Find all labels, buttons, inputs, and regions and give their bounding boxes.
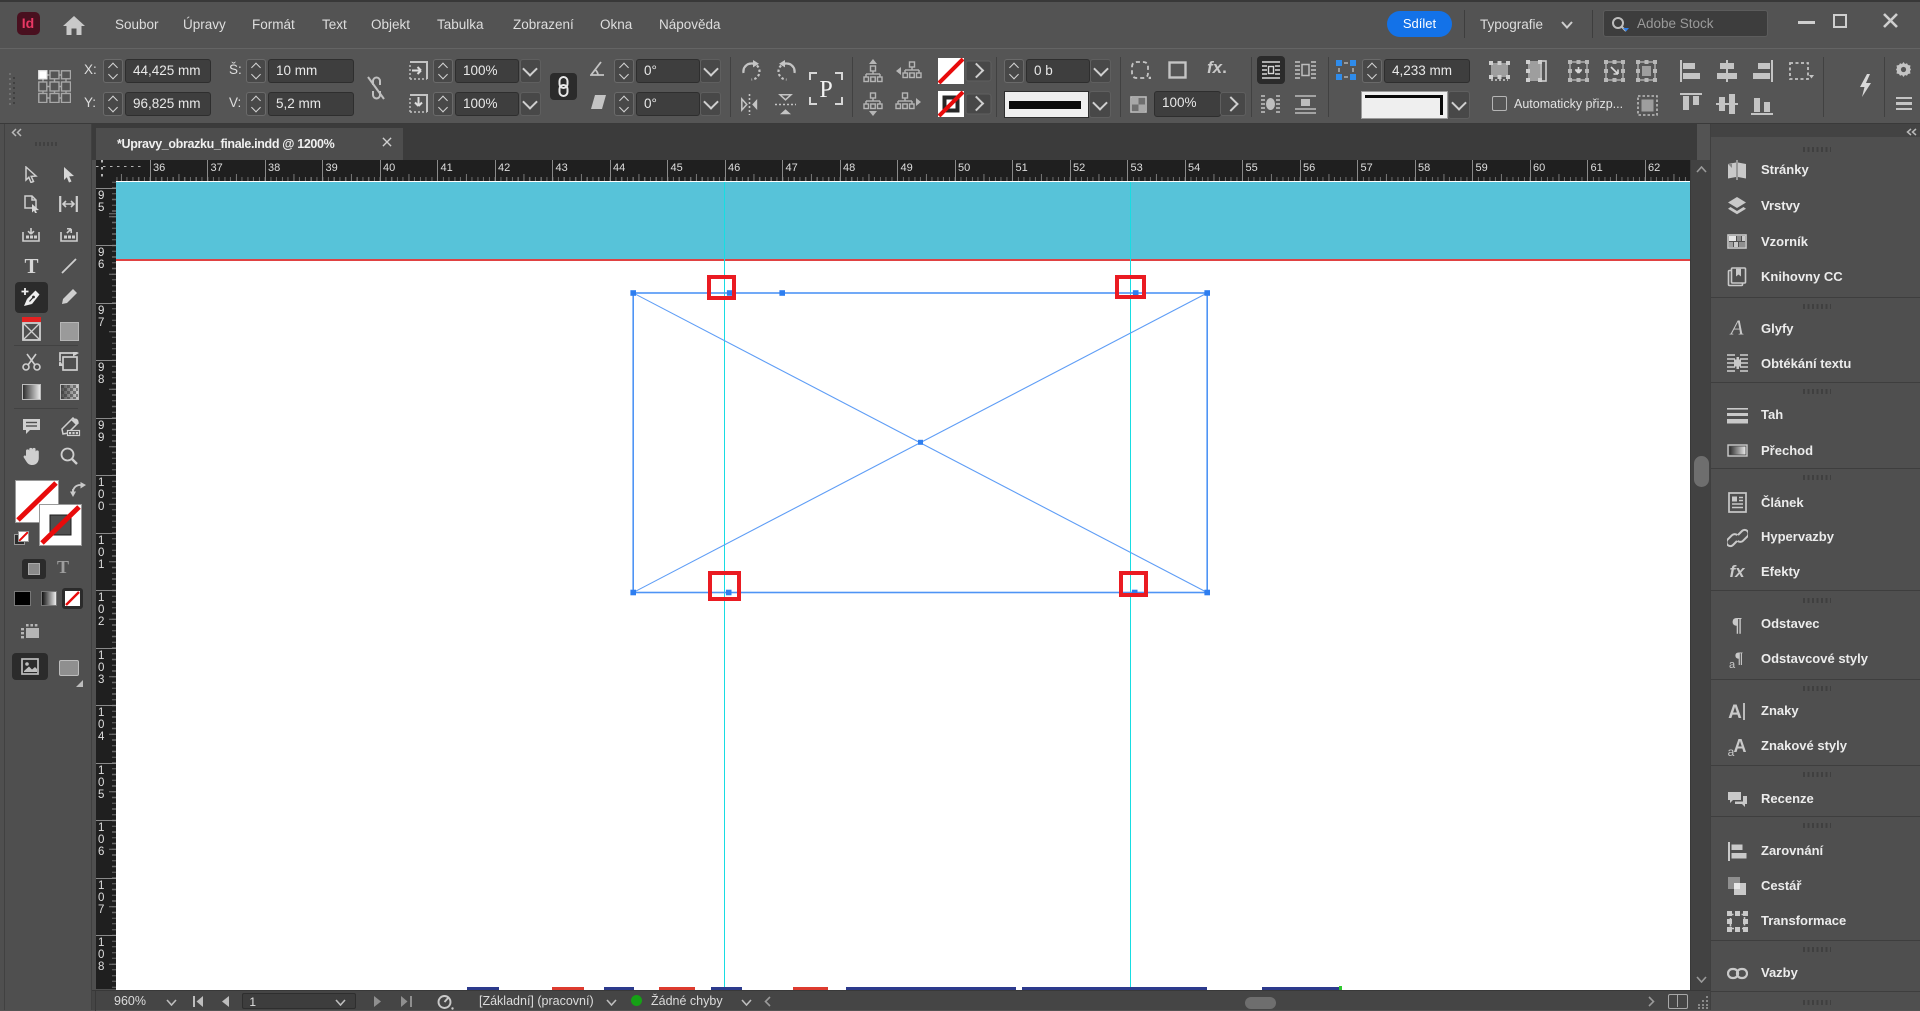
svg-text:A: A — [1728, 702, 1742, 722]
svg-text:A: A — [1734, 736, 1747, 756]
svg-text:P: P — [819, 77, 832, 103]
svg-text:fx: fx — [1729, 562, 1746, 581]
svg-text:a: a — [1729, 659, 1736, 669]
svg-text:a: a — [1728, 745, 1735, 757]
svg-text:A: A — [1729, 318, 1744, 339]
svg-text:¶: ¶ — [1732, 614, 1743, 635]
